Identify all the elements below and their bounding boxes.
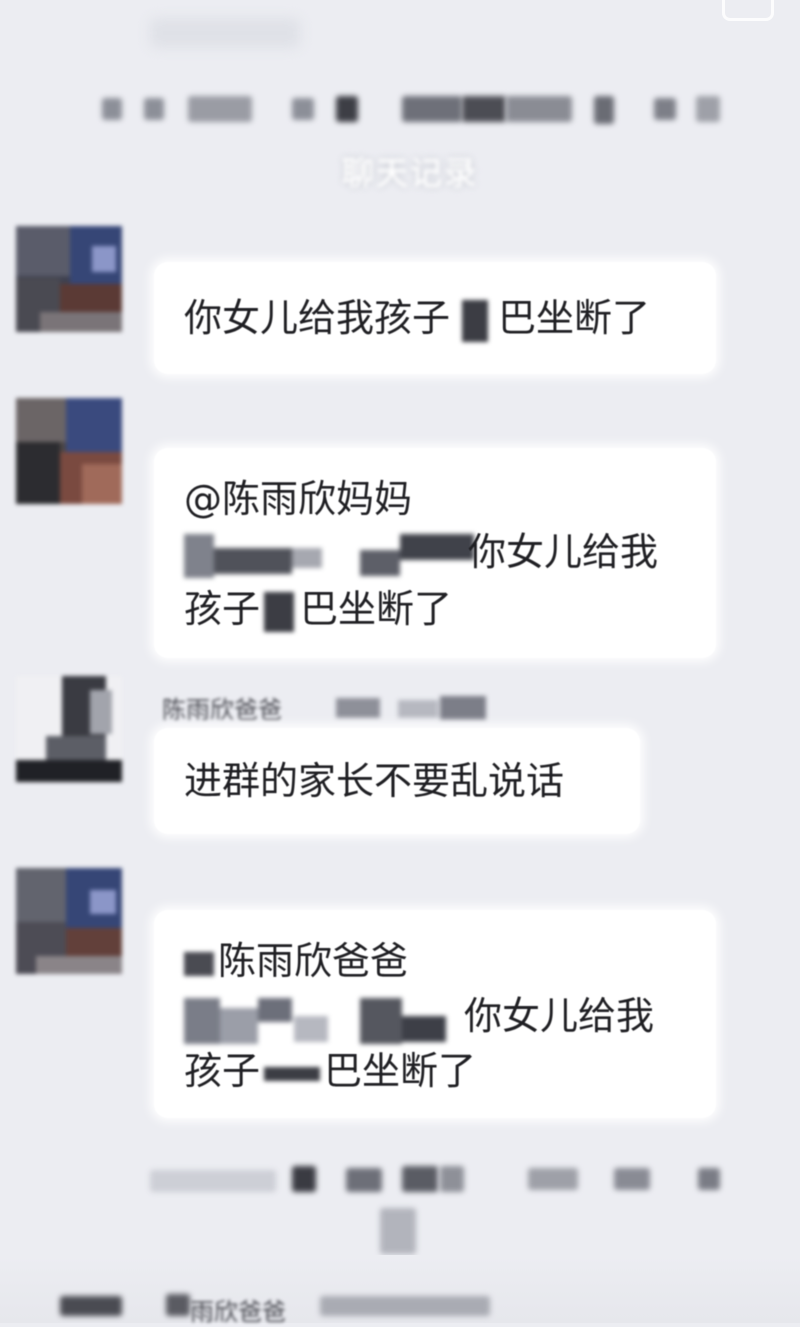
chat-record-title: 聊天记录 (341, 154, 478, 192)
message-text: 孩子 (184, 1049, 261, 1093)
mention-text[interactable]: @陈雨欣妈妈 (184, 470, 412, 528)
sender-avatar[interactable] (16, 226, 122, 332)
sender-avatar[interactable] (16, 868, 122, 974)
mosaic-censored-name (184, 528, 474, 586)
window-corner-icon (722, 0, 774, 21)
blurred-status-bar (150, 18, 300, 48)
sender-avatar[interactable] (16, 676, 122, 782)
message-bubble[interactable]: 陈雨欣爸爸 你女儿给我 孩子 巴坐断了 (154, 910, 716, 1118)
message-text: 进群的家长不要乱说话 (184, 759, 565, 803)
message-bubble[interactable]: 进群的家长不要乱说话 (154, 728, 640, 834)
censored-at-symbol (184, 951, 214, 976)
message-text: 巴坐断了 (324, 1049, 477, 1093)
censored-word (462, 299, 489, 342)
sender-avatar[interactable] (16, 398, 122, 504)
partial-sender-name: 雨欣爸爸 (190, 1298, 286, 1326)
message-text: 孩子 (184, 587, 261, 631)
mosaic-censored-name (184, 994, 446, 1048)
message-text: 巴坐断了 (498, 296, 651, 340)
message-text: 巴坐断了 (300, 587, 453, 631)
message-bubble[interactable]: @陈雨欣妈妈 你女儿给我 孩子 巴坐断了 (154, 448, 716, 658)
censored-word (264, 1066, 321, 1081)
message-bubble[interactable]: 你女儿给我孩子 巴坐断了 (154, 262, 716, 374)
message-text: 你女儿给我孩子 (184, 296, 451, 340)
mention-text[interactable]: 陈雨欣爸爸 (218, 939, 408, 983)
blurred-sender-suffix (336, 694, 486, 722)
censored-word (264, 591, 295, 632)
sender-name: 陈雨欣爸爸 (162, 696, 282, 724)
message-text: 你女儿给我 (468, 530, 659, 574)
message-text: 你女儿给我 (464, 994, 655, 1038)
